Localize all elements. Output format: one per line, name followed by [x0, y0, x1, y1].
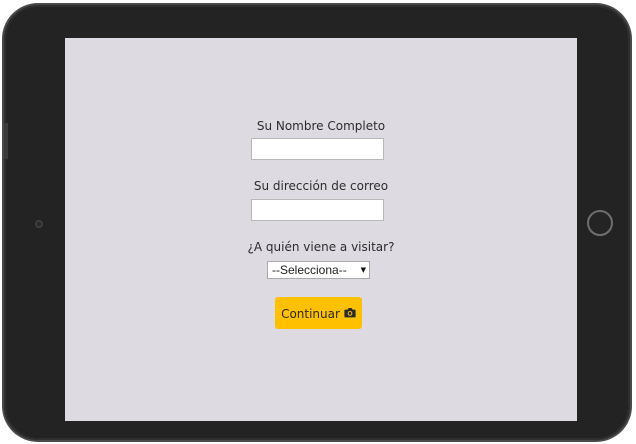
tablet-screen: Su Nombre Completo Su dirección de corre… — [65, 38, 577, 421]
visitor-form: Su Nombre Completo Su dirección de corre… — [65, 38, 577, 421]
continue-button-label: Continuar — [281, 307, 340, 321]
tablet-side-button — [4, 123, 8, 159]
visit-host-selected-value: --Selecciona-- — [272, 263, 347, 277]
home-button[interactable] — [587, 210, 613, 236]
visit-host-label: ¿A quién viene a visitar? — [247, 240, 395, 254]
continue-button[interactable]: Continuar — [275, 297, 362, 329]
tablet-frame: Su Nombre Completo Su dirección de corre… — [4, 5, 630, 440]
camera-icon — [344, 307, 356, 318]
dropdown-arrow-icon: ▼ — [360, 265, 366, 274]
front-camera-dot — [35, 220, 43, 228]
email-input[interactable] — [251, 199, 384, 221]
full-name-input[interactable] — [251, 138, 384, 160]
email-label: Su dirección de correo — [253, 179, 389, 193]
visit-host-select[interactable]: --Selecciona-- ▼ — [267, 261, 370, 279]
page: Su Nombre Completo Su dirección de corre… — [0, 0, 636, 444]
full-name-label: Su Nombre Completo — [256, 119, 386, 133]
